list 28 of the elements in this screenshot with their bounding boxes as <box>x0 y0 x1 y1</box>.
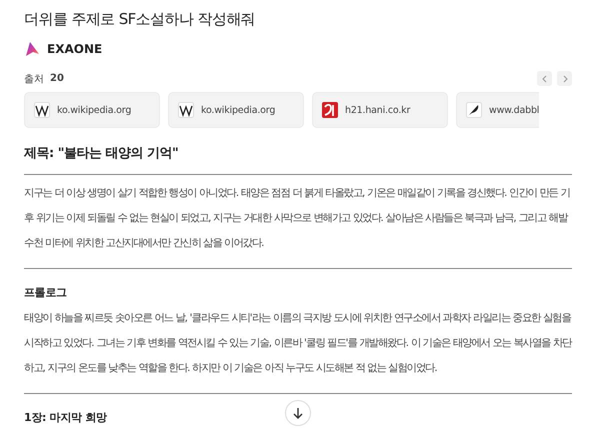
source-card[interactable]: ko.wikipedia.org <box>24 92 160 128</box>
source-domain: ko.wikipedia.org <box>57 104 132 116</box>
source-card[interactable]: ko.wikipedia.org <box>168 92 304 128</box>
source-domain: ko.wikipedia.org <box>201 104 276 116</box>
source-domain: h21.hani.co.kr <box>345 104 410 116</box>
story-paragraph: 태양이 하늘을 찌르듯 솟아오른 어느 날, '클라우드 시티'라는 이름의 극지방 도시에 위치한 연구소에서 과학자 라일리는 중요한 실험을 시작하고 있었다. 그녀는 기후 변화를 역전시킬 수 있는 기술, 이른바 '쿨링 필드'를 개발해왔다. 이 기술은 태양에서 오는 복사열을 차단하고, 지구의 온도를 낮추는 역할을 한다. 하지만 이 기술은 아직 누구도 시도해본 적 없는 실험이었다. <box>24 311 572 376</box>
quill-icon <box>466 102 482 118</box>
w-logo-icon <box>178 102 194 118</box>
prompt-text: 더위를 주제로 SF소설하나 작성해줘 <box>24 10 256 29</box>
chevron-right-icon <box>560 74 568 82</box>
story-paragraph: 지구는 더 이상 생명이 살기 적합한 행성이 아니었다. 태양은 점점 더 붉게 타올랐고, 기온은 매일같이 기록을 경신했다. 인간이 만든 기후 위기는 이제 되돌릴 수 없는 현실이 되었고, 지구는 거대한 사막으로 변해가고 있었다. 살아남은 사람들은 북극과 남극, 그리고 해발 수천 미터에 위치한 고산지대에서만 간신히 삶을 이어갔다. <box>24 186 571 251</box>
chevron-left-icon <box>540 74 548 82</box>
source-card[interactable]: www.dabbl <box>456 92 540 128</box>
w-logo-icon <box>34 102 50 118</box>
scroll-down-button[interactable] <box>285 400 311 426</box>
section-heading: 1장: 마지막 희망 <box>24 410 107 425</box>
assistant-name: EXAONE <box>47 42 102 56</box>
source-domain: www.dabbl <box>489 104 540 116</box>
source-card[interactable]: h21.hani.co.kr <box>312 92 448 128</box>
sources-count: 20 <box>50 73 64 84</box>
sources-label: 출처 <box>24 72 44 86</box>
down-arrow-icon <box>291 406 305 420</box>
story-title: 제목: "불타는 태양의 기억" <box>24 145 180 162</box>
next-button[interactable] <box>557 71 572 86</box>
previous-button[interactable] <box>537 71 552 86</box>
newspaper-logo-icon <box>322 102 338 118</box>
logo-icon <box>24 41 40 57</box>
section-heading: 프롤로그 <box>24 285 67 300</box>
